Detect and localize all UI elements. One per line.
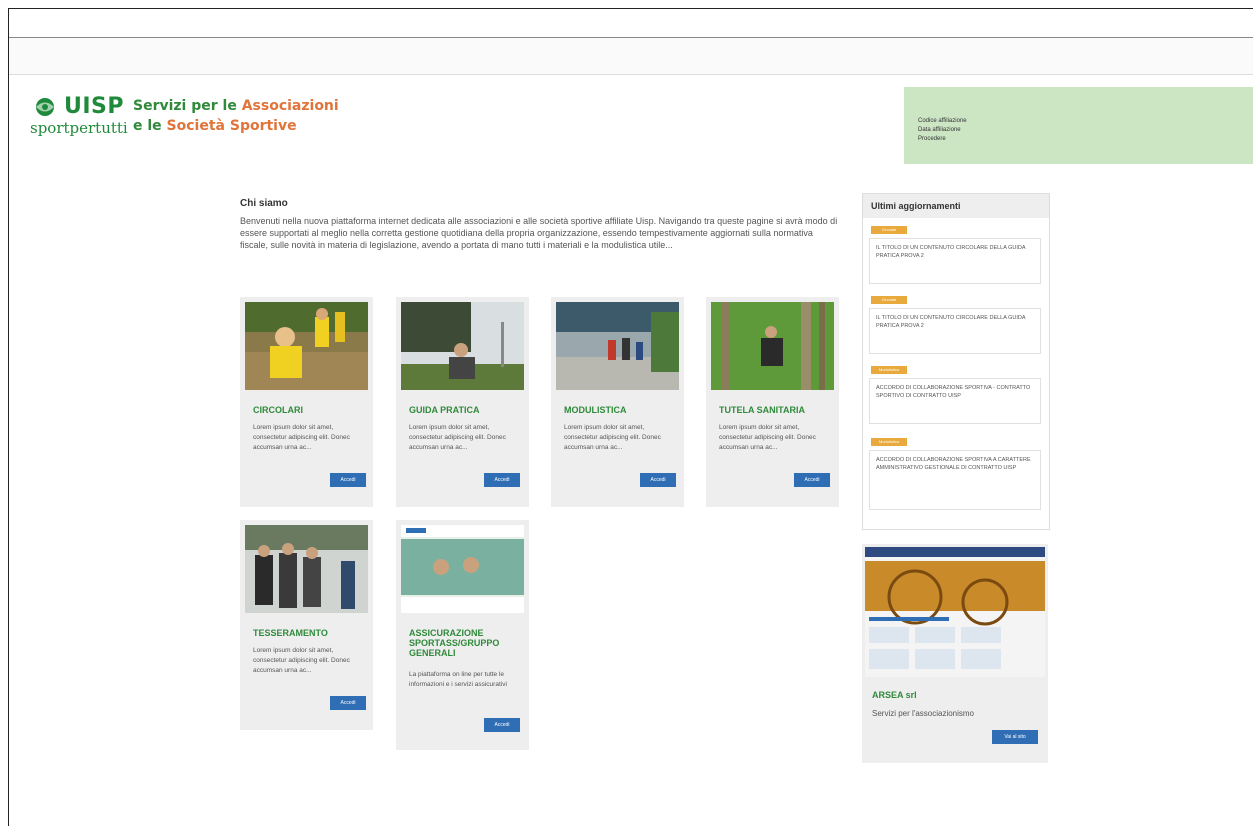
card-access-button[interactable]: Accedi [330,473,366,487]
card-text: Lorem ipsum dolor sit amet, consectetur … [253,647,350,674]
window-left-border [8,8,9,826]
card-text: La piattaforma on line per tutte le info… [409,671,507,688]
card-access-button[interactable]: Accedi [794,473,830,487]
card-text: Lorem ipsum dolor sit amet, consectetur … [564,424,661,451]
card-modulistica: MODULISTICA Lorem ipsum dolor sit amet, … [551,297,684,507]
tagline-part: Servizi per [133,98,218,114]
tagline-line-1: Servizi per le Associazioni [133,96,339,116]
card-photo [711,302,834,390]
card-photo [401,525,524,613]
promo-title: ARSEA srl [872,690,917,700]
card-photo [245,302,368,390]
card-title: ASSICURAZIONE SPORTASS/GRUPPO GENERALI [409,628,500,658]
card-title: TUTELA SANITARIA [719,405,805,415]
browser-toolbar [9,9,1253,38]
card-access-button[interactable]: Accedi [484,718,520,732]
card-text: Lorem ipsum dolor sit amet, consectetur … [253,424,350,451]
news-tag[interactable]: Modulistica [871,438,907,446]
card-access-button[interactable]: Accedi [484,473,520,487]
card-photo [245,525,368,613]
intro-title: Chi siamo [240,198,288,209]
card-assicurazione: ASSICURAZIONE SPORTASS/GRUPPO GENERALI L… [396,520,529,750]
card-access-button[interactable]: Accedi [330,696,366,710]
card-title: GUIDA PRATICA [409,405,480,415]
news-item[interactable]: IL TITOLO DI UN CONTENUTO CIRCOLARE DELL… [869,308,1041,354]
tagline-part: Società Sportive [166,118,297,134]
site-tagline: Servizi per le Associazioni e le Società… [133,96,339,136]
logo-sub-text: sportpertutti [30,119,128,137]
login-line[interactable]: Procedere [918,135,967,144]
logo-main-text: UISP [64,94,125,119]
photo-runners-icon [556,302,679,390]
card-text: Lorem ipsum dolor sit amet, consectetur … [409,424,506,451]
photo-group-icon [245,525,368,613]
tagline-part: Associazioni [241,98,339,114]
sidebar-title: Ultimi aggiornamenti [863,194,1049,218]
card-photo [556,302,679,390]
card-photo [401,302,524,390]
photo-website-icon [401,525,524,613]
card-access-button[interactable]: Accedi [640,473,676,487]
intro-text: Benvenuti nella nuova piattaforma intern… [240,216,838,250]
card-title: CIRCOLARI [253,405,303,415]
promo-screenshot[interactable] [865,547,1045,677]
news-item[interactable]: ACCORDO DI COLLABORAZIONE SPORTIVA A CAR… [869,450,1041,510]
latest-updates-panel: Ultimi aggiornamenti Circolari IL TITOLO… [862,193,1050,530]
login-lines: Codice affiliazione Data affiliazione Pr… [918,117,967,144]
news-item[interactable]: IL TITOLO DI UN CONTENUTO CIRCOLARE DELL… [869,238,1041,284]
photo-children-icon [245,302,368,390]
tagline-line-2: e le Società Sportive [133,116,339,136]
intro-section: Chi siamo Benvenuti nella nuova piattafo… [240,198,840,251]
browser-tabs-strip [9,38,1253,75]
news-tag[interactable]: Modulistica [871,366,907,374]
news-tag[interactable]: Circolari [871,226,907,234]
news-tag[interactable]: Circolari [871,296,907,304]
card-title: TESSERAMENTO [253,628,328,638]
card-title: MODULISTICA [564,405,627,415]
photo-forest-icon [711,302,834,390]
card-tesseramento: TESSERAMENTO Lorem ipsum dolor sit amet,… [240,520,373,730]
tagline-part: e le [133,118,162,134]
compass-website-icon [865,547,1045,677]
arsea-promo: ARSEA srl Servizi per l'associazionismo … [862,544,1048,763]
promo-visit-button[interactable]: Vai al sito [992,730,1038,744]
card-text: Lorem ipsum dolor sit amet, consectetur … [719,424,816,451]
uisp-logo[interactable]: UISP sportpertutti [30,94,128,137]
card-circolari: CIRCOLARI Lorem ipsum dolor sit amet, co… [240,297,373,507]
photo-park-icon [401,302,524,390]
login-line[interactable]: Codice affiliazione [918,117,967,126]
login-line[interactable]: Data affiliazione [918,126,967,135]
logo-row: UISP [30,94,128,119]
uisp-emblem-icon [36,97,54,116]
card-guida-pratica: GUIDA PRATICA Lorem ipsum dolor sit amet… [396,297,529,507]
login-panel: Codice affiliazione Data affiliazione Pr… [904,87,1253,164]
tagline-part: le [222,98,237,114]
card-tutela-sanitaria: TUTELA SANITARIA Lorem ipsum dolor sit a… [706,297,839,507]
promo-text: Servizi per l'associazionismo [872,709,975,718]
news-item[interactable]: ACCORDO DI COLLABORAZIONE SPORTIVA - CON… [869,378,1041,424]
